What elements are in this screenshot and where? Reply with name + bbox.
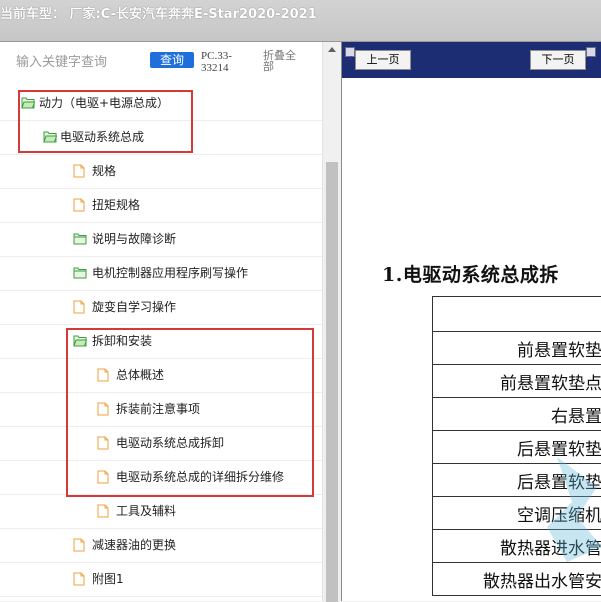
watermark-icon [537, 447, 601, 567]
tree-node-appendix[interactable]: 附图1 [0, 562, 322, 597]
document-icon [73, 538, 86, 551]
tree-scrollbar[interactable] [322, 42, 341, 601]
tree-node-spec[interactable]: 规格 [0, 154, 322, 189]
tree-node-label: 附图1 [92, 572, 124, 586]
tree-node-label: 旋变自学习操作 [92, 300, 176, 314]
tree-node-torque-spec[interactable]: 扭矩规格 [0, 188, 322, 223]
table-cell: 散热器出水管安 [433, 563, 601, 596]
tree-node-tools[interactable]: 工具及辅料 [0, 494, 322, 529]
tree-node-reducer-oil[interactable]: 减速器油的更换 [0, 528, 322, 563]
search-input[interactable] [14, 50, 144, 74]
table-row: 前悬置软垫 [433, 332, 601, 365]
tree-node-diagnosis[interactable]: 说明与故障诊断 [0, 222, 322, 257]
document-icon [73, 300, 86, 313]
table-row: 右悬置 [433, 398, 601, 431]
part-code-line2: 33214 [201, 62, 232, 74]
tree-node-label: 电机控制器应用程序刷写操作 [92, 266, 248, 280]
document-icon [97, 504, 110, 517]
document-viewer: 上一页 下一页 1.电驱动系统总成拆 前悬置软垫 前悬置软垫点 右悬置 后悬置软… [341, 42, 601, 601]
part-code: PC.33- 33214 [201, 50, 232, 74]
tree-node-label: 说明与故障诊断 [92, 232, 176, 246]
query-button[interactable]: 查询 [150, 52, 194, 68]
prev-page-button[interactable]: 上一页 [355, 50, 411, 70]
document-icon [73, 572, 86, 585]
tree-node-resolver-learn[interactable]: 旋变自学习操作 [0, 290, 322, 325]
prev-arrow-icon[interactable] [345, 47, 355, 57]
tree-node-label: 扭矩规格 [92, 198, 140, 212]
next-arrow-icon[interactable] [586, 47, 596, 57]
scrollbar-thumb[interactable] [326, 162, 338, 602]
search-row: 查询 PC.33- 33214 折叠全部 [0, 42, 340, 82]
folder-icon [73, 266, 86, 279]
table-cell: 前悬置软垫点 [433, 365, 601, 398]
document-icon [73, 164, 86, 177]
table-row: 散热器出水管安 [433, 563, 601, 596]
current-car-title: 当前车型： 厂家:C-长安汽车奔奔E-Star2020-2021 [0, 3, 317, 22]
highlight-box-removal [66, 328, 314, 497]
document-icon [73, 198, 86, 211]
collapse-all-button[interactable]: 折叠全部 [263, 50, 303, 72]
table-cell: 右悬置 [433, 398, 601, 431]
tree-node-label: 规格 [92, 164, 116, 178]
tree-node-label: 工具及辅料 [116, 504, 176, 518]
title-bar: 当前车型： 厂家:C-长安汽车奔奔E-Star2020-2021 [0, 0, 601, 42]
table-cell [433, 297, 601, 332]
next-page-button[interactable]: 下一页 [530, 50, 586, 70]
part-code-line1: PC.33- [201, 50, 232, 62]
page-nav-bar: 上一页 下一页 [342, 42, 601, 78]
table-row [433, 297, 601, 332]
doc-title: 1.电驱动系统总成拆 [382, 260, 559, 287]
table-cell: 前悬置软垫 [433, 332, 601, 365]
scroll-up-icon[interactable] [328, 47, 336, 52]
highlight-box-power [18, 90, 193, 153]
left-panel: 查询 PC.33- 33214 折叠全部 动力（电驱+电源总成） 电驱动系统总成… [0, 42, 340, 601]
table-row: 前悬置软垫点 [433, 365, 601, 398]
tree-node-label: 减速器油的更换 [92, 538, 176, 552]
folder-icon [73, 232, 86, 245]
tree-node-controller-flash[interactable]: 电机控制器应用程序刷写操作 [0, 256, 322, 291]
